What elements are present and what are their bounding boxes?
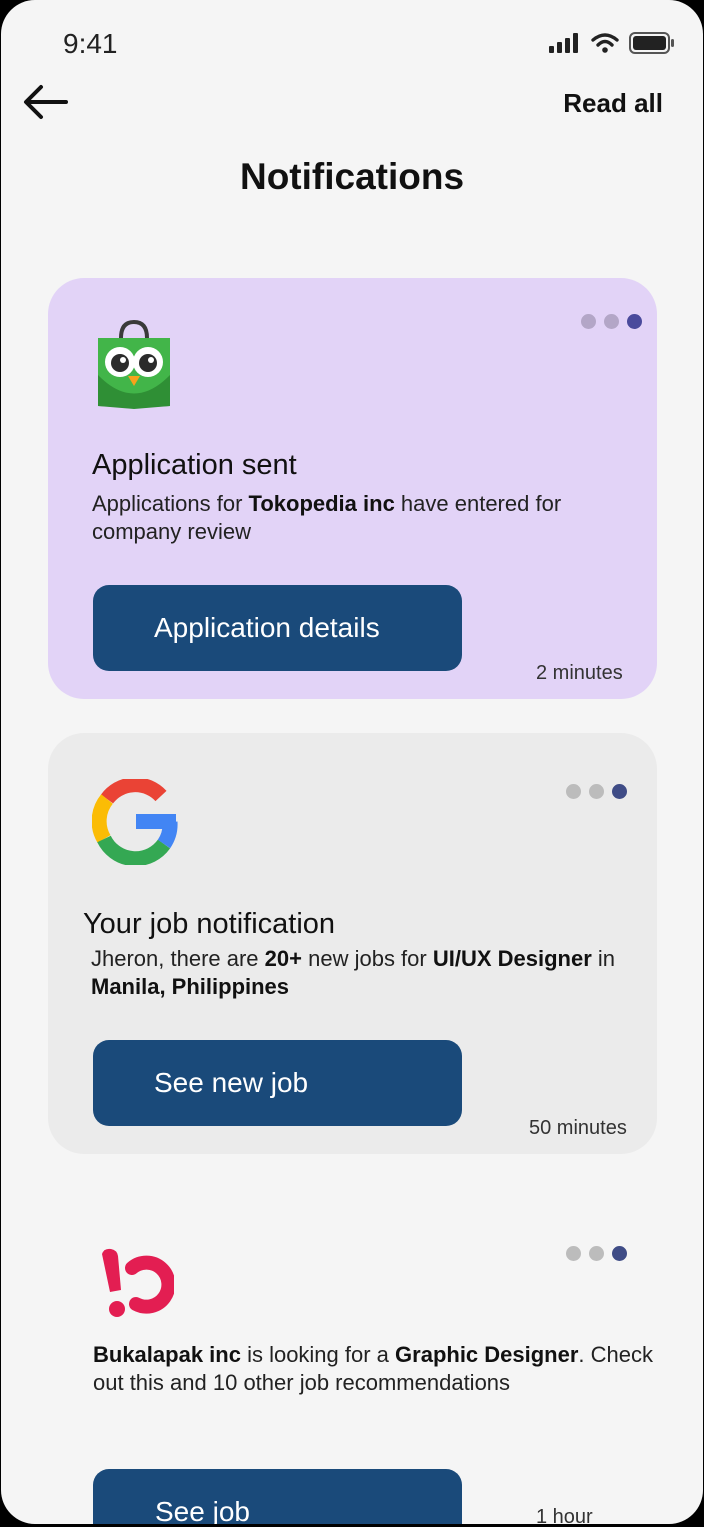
see-job-button[interactable]: See job [93, 1469, 462, 1524]
phone-screen: 9:41 Read all Notifications Application … [1, 0, 703, 1524]
job-role: Graphic Designer [395, 1342, 579, 1367]
google-g-icon [92, 779, 178, 865]
see-new-job-button[interactable]: See new job [93, 1040, 462, 1126]
company-name: Bukalapak inc [93, 1342, 241, 1367]
dot [581, 314, 596, 329]
wifi-icon [591, 33, 619, 53]
card-title: Application sent [92, 449, 297, 481]
dot [589, 784, 604, 799]
body-text: new jobs for [302, 946, 433, 971]
dot [566, 1246, 581, 1261]
status-icons [549, 32, 675, 54]
dot [612, 784, 627, 799]
card-body: Bukalapak inc is looking for a Graphic D… [93, 1341, 653, 1397]
card-title: Your job notification [83, 908, 336, 940]
time-ago: 50 minutes [529, 1117, 627, 1139]
status-time: 9:41 [63, 28, 118, 59]
dot [627, 314, 642, 329]
card-body: Jheron, there are 20+ new jobs for UI/UX… [91, 945, 651, 1001]
read-all-button[interactable]: Read all [563, 88, 663, 119]
notification-card-job-recommendation[interactable]: Bukalapak inc is looking for a Graphic D… [48, 1188, 657, 1524]
bukalapak-icon [102, 1248, 174, 1317]
job-count: 20+ [264, 946, 302, 971]
more-options-icon[interactable] [566, 1246, 627, 1261]
application-details-button[interactable]: Application details [93, 585, 462, 671]
dot [612, 1246, 627, 1261]
signal-icon [549, 33, 578, 53]
time-ago: 1 hour [536, 1506, 593, 1524]
job-role: UI/UX Designer [432, 946, 592, 971]
more-options-icon[interactable] [581, 314, 642, 329]
dot [566, 784, 581, 799]
company-name: Tokopedia inc [248, 491, 395, 516]
job-location: Manila, Philippines [91, 974, 290, 999]
dot [589, 1246, 604, 1261]
more-options-icon[interactable] [566, 784, 627, 799]
card-body: Applications for Tokopedia inc have ente… [92, 490, 632, 546]
back-arrow-button[interactable] [23, 84, 69, 120]
tokopedia-owl-icon [98, 320, 170, 409]
body-text: is looking for a [240, 1342, 396, 1367]
body-text: Jheron, there are [91, 946, 265, 971]
battery-icon [629, 32, 674, 54]
dot [604, 314, 619, 329]
body-text: Applications for [92, 491, 249, 516]
body-text: in [591, 946, 616, 971]
notification-card-job-notification[interactable]: Your job notification Jheron, there are … [48, 733, 657, 1154]
notification-card-application-sent[interactable]: Application sent Applications for Tokope… [48, 278, 657, 699]
time-ago: 2 minutes [536, 662, 623, 684]
page-title: Notifications [239, 156, 465, 197]
